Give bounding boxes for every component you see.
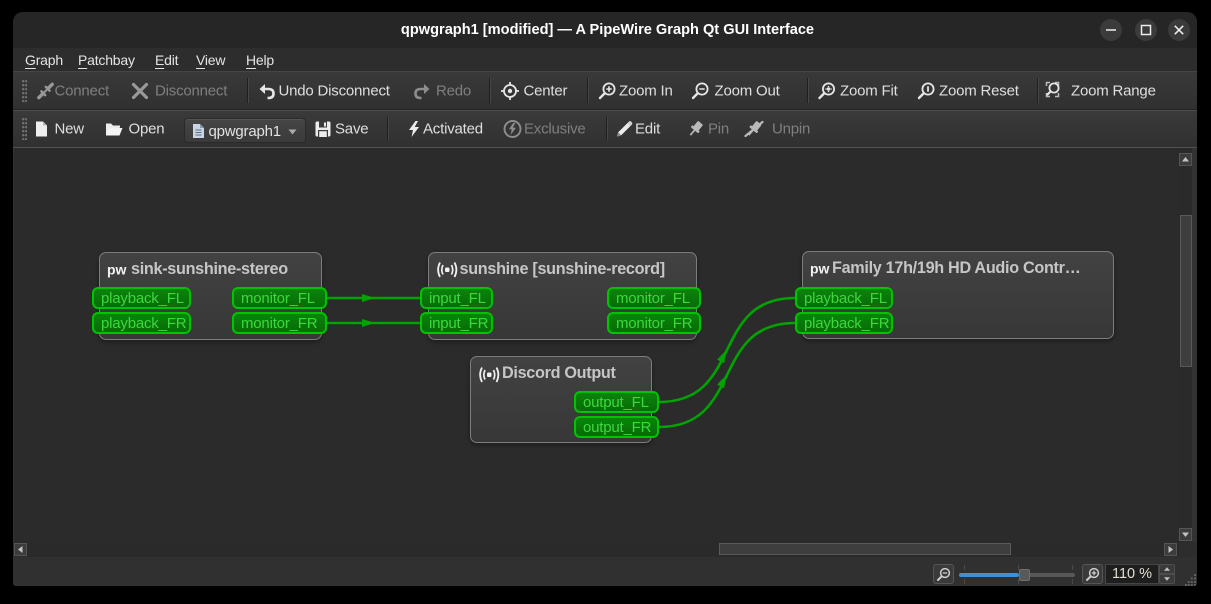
svg-text:pw: pw [107,262,127,278]
svg-text:pw: pw [810,261,830,277]
